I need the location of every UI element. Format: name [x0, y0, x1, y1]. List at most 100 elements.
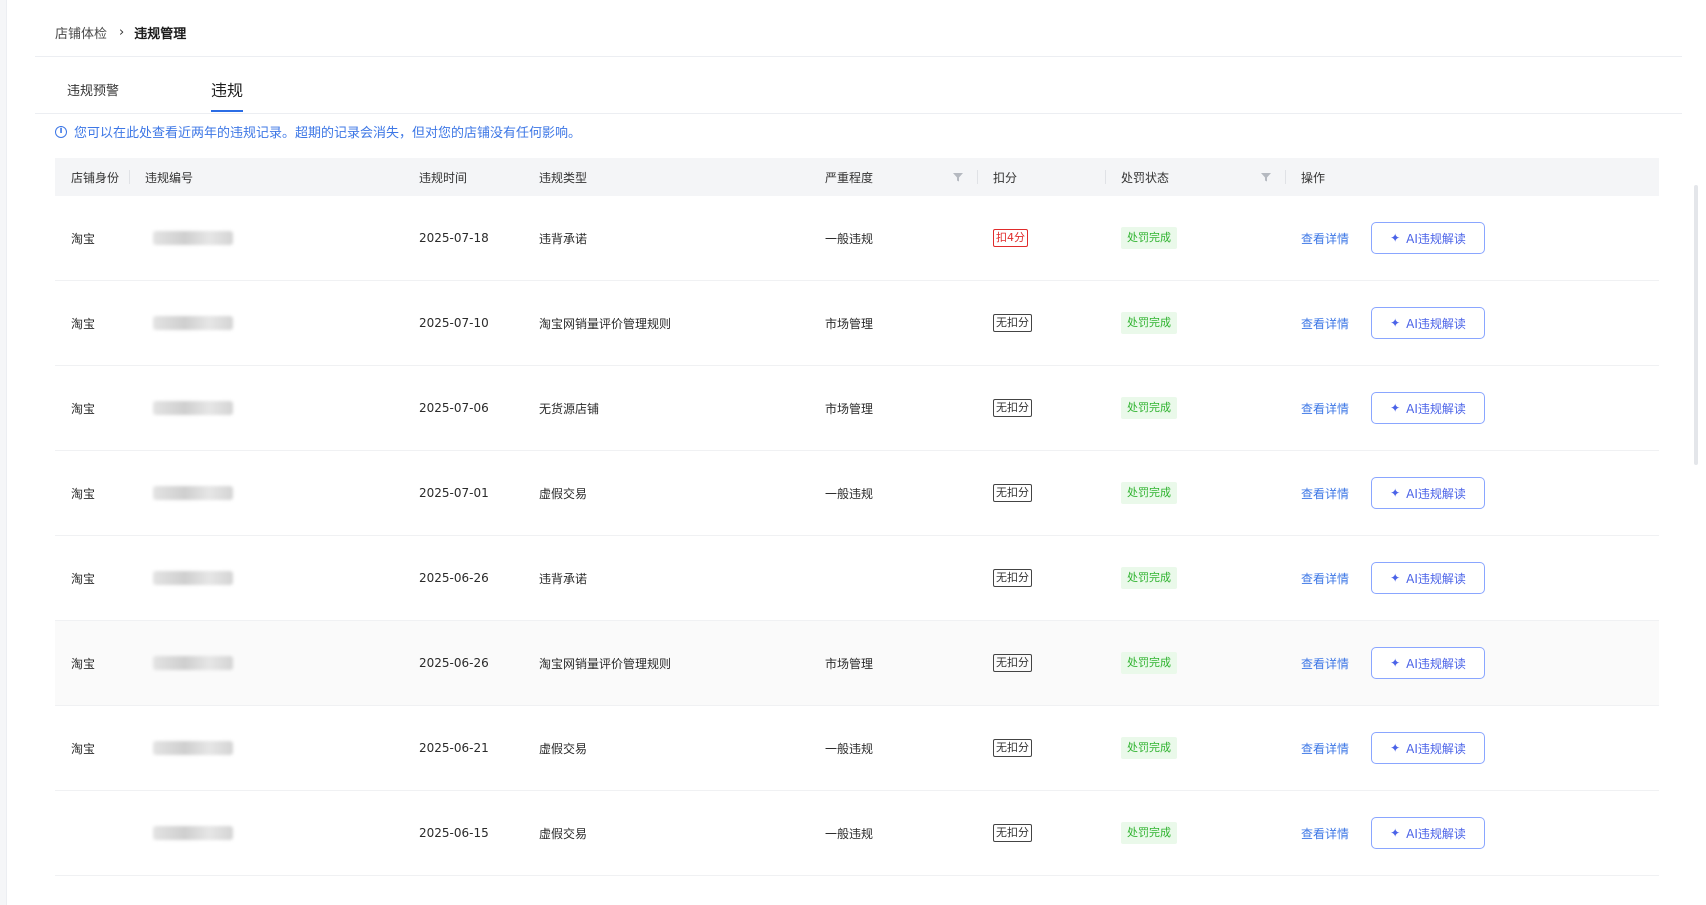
- view-details-link[interactable]: 查看详情: [1301, 485, 1349, 502]
- penalty-status-cell: 处罚完成: [1121, 451, 1177, 535]
- deduction-cell: 无扣分: [993, 281, 1032, 365]
- view-details-link[interactable]: 查看详情: [1301, 825, 1349, 842]
- severity-cell: 市场管理: [825, 656, 874, 671]
- header-penalty-status: 处罚状态: [1121, 170, 1170, 185]
- violation-time-cell: 2025-06-26: [419, 656, 489, 670]
- shop-identity-cell: 淘宝: [71, 486, 96, 501]
- penalty-status-cell: 处罚完成: [1121, 791, 1177, 875]
- ai-button-label: AI违规解读: [1406, 231, 1466, 246]
- view-details-link[interactable]: 查看详情: [1301, 655, 1349, 672]
- actions-cell: 查看详情: [1301, 536, 1349, 620]
- table-row: 淘宝 2025-06-21 虚假交易 一般违规 无扣分 处罚完成 查看详情 ✦ …: [55, 706, 1659, 791]
- sparkle-icon: ✦: [1390, 231, 1401, 245]
- sparkle-icon: ✦: [1390, 826, 1401, 840]
- ai-violation-analysis-button[interactable]: ✦ AI违规解读: [1371, 562, 1485, 594]
- view-details-link[interactable]: 查看详情: [1301, 315, 1349, 332]
- deduction-badge: 无扣分: [993, 739, 1032, 757]
- tab-violations[interactable]: 违规: [211, 77, 244, 112]
- ai-button-label: AI违规解读: [1406, 571, 1466, 586]
- table-row: 淘宝 2025-07-10 淘宝网销量评价管理规则 市场管理 无扣分 处罚完成 …: [55, 281, 1659, 366]
- violation-id-cell: [153, 706, 233, 790]
- status-badge: 处罚完成: [1121, 312, 1177, 334]
- info-icon: i: [55, 125, 67, 138]
- actions-cell: 查看详情: [1301, 706, 1349, 790]
- violation-type-cell: 虚假交易: [539, 741, 588, 756]
- header-deduction: 扣分: [993, 170, 1018, 185]
- breadcrumb-current: 违规管理: [134, 26, 187, 42]
- header-separator: [129, 170, 130, 184]
- header-separator: [1285, 170, 1286, 184]
- notice-text: 您可以在此处查看近两年的违规记录。超期的记录会消失，但对您的店铺没有任何影响。: [74, 126, 582, 141]
- ai-violation-analysis-button[interactable]: ✦ AI违规解读: [1371, 307, 1485, 339]
- filter-icon[interactable]: [1260, 171, 1272, 183]
- violation-type-cell: 违背承诺: [539, 231, 588, 246]
- deduction-badge: 扣4分: [993, 229, 1028, 247]
- ai-button-label: AI违规解读: [1406, 826, 1466, 841]
- violation-time-cell: 2025-06-26: [419, 571, 489, 585]
- actions-cell: 查看详情: [1301, 621, 1349, 705]
- violation-type-cell: 违背承诺: [539, 571, 588, 586]
- view-details-link[interactable]: 查看详情: [1301, 570, 1349, 587]
- penalty-status-cell: 处罚完成: [1121, 366, 1177, 450]
- table-body: 淘宝 2025-07-18 违背承诺 一般违规 扣4分 处罚完成 查看详情 ✦ …: [55, 196, 1659, 876]
- violation-type-cell: 虚假交易: [539, 486, 588, 501]
- ai-violation-analysis-button[interactable]: ✦ AI违规解读: [1371, 732, 1485, 764]
- ai-button-label: AI违规解读: [1406, 316, 1466, 331]
- redacted-violation-id: [153, 231, 233, 245]
- table-header: 店铺身份 违规编号 违规时间 违规类型 严重程度 扣分 处罚状态 操作: [55, 158, 1659, 196]
- deduction-cell: 无扣分: [993, 366, 1032, 450]
- status-badge: 处罚完成: [1121, 652, 1177, 674]
- view-details-link[interactable]: 查看详情: [1301, 740, 1349, 757]
- ai-violation-analysis-button[interactable]: ✦ AI违规解读: [1371, 817, 1485, 849]
- status-badge: 处罚完成: [1121, 567, 1177, 589]
- breadcrumb-parent-link[interactable]: 店铺体检: [55, 23, 107, 42]
- tab-violation-warning[interactable]: 违规预警: [67, 80, 119, 107]
- vertical-scrollbar[interactable]: [1694, 185, 1698, 465]
- header-violation-id: 违规编号: [145, 170, 194, 185]
- deduction-badge: 无扣分: [993, 314, 1032, 332]
- filter-icon[interactable]: [952, 171, 964, 183]
- ai-violation-analysis-button[interactable]: ✦ AI违规解读: [1371, 477, 1485, 509]
- penalty-status-cell: 处罚完成: [1121, 281, 1177, 365]
- redacted-violation-id: [153, 486, 233, 500]
- violation-id-cell: [153, 196, 233, 280]
- severity-cell: 一般违规: [825, 826, 874, 841]
- deduction-cell: 无扣分: [993, 791, 1032, 875]
- deduction-badge: 无扣分: [993, 824, 1032, 842]
- severity-cell: 一般违规: [825, 231, 874, 246]
- deduction-badge: 无扣分: [993, 399, 1032, 417]
- view-details-link[interactable]: 查看详情: [1301, 230, 1349, 247]
- view-details-link[interactable]: 查看详情: [1301, 400, 1349, 417]
- redacted-violation-id: [153, 656, 233, 670]
- violation-type-cell: 虚假交易: [539, 826, 588, 841]
- header-violation-time: 违规时间: [419, 170, 468, 185]
- violation-time-cell: 2025-06-15: [419, 826, 489, 840]
- sparkle-icon: ✦: [1390, 316, 1401, 330]
- penalty-status-cell: 处罚完成: [1121, 536, 1177, 620]
- header-actions: 操作: [1301, 170, 1326, 185]
- actions-cell: 查看详情: [1301, 366, 1349, 450]
- deduction-cell: 无扣分: [993, 621, 1032, 705]
- severity-cell: 市场管理: [825, 316, 874, 331]
- ai-violation-analysis-button[interactable]: ✦ AI违规解读: [1371, 222, 1485, 254]
- table-row: 淘宝 2025-06-26 违背承诺 无扣分 处罚完成 查看详情 ✦ AI违规解…: [55, 536, 1659, 621]
- actions-cell: 查看详情: [1301, 281, 1349, 365]
- violation-management-page: 店铺体检 › 违规管理 违规预警 违规 i 您可以在此处查看近两年的违规记录。超…: [6, 0, 1706, 905]
- severity-cell: 一般违规: [825, 486, 874, 501]
- status-badge: 处罚完成: [1121, 822, 1177, 844]
- header-violation-type: 违规类型: [539, 170, 588, 185]
- violation-id-cell: [153, 536, 233, 620]
- notice-banner: i 您可以在此处查看近两年的违规记录。超期的记录会消失，但对您的店铺没有任何影响…: [55, 122, 581, 141]
- redacted-violation-id: [153, 826, 233, 840]
- violation-time-cell: 2025-07-01: [419, 486, 489, 500]
- violation-id-cell: [153, 451, 233, 535]
- redacted-violation-id: [153, 401, 233, 415]
- ai-violation-analysis-button[interactable]: ✦ AI违规解读: [1371, 392, 1485, 424]
- severity-cell: 一般违规: [825, 741, 874, 756]
- shop-identity-cell: 淘宝: [71, 571, 96, 586]
- sparkle-icon: ✦: [1390, 656, 1401, 670]
- sparkle-icon: ✦: [1390, 741, 1401, 755]
- ai-violation-analysis-button[interactable]: ✦ AI违规解读: [1371, 647, 1485, 679]
- deduction-cell: 无扣分: [993, 451, 1032, 535]
- shop-identity-cell: 淘宝: [71, 316, 96, 331]
